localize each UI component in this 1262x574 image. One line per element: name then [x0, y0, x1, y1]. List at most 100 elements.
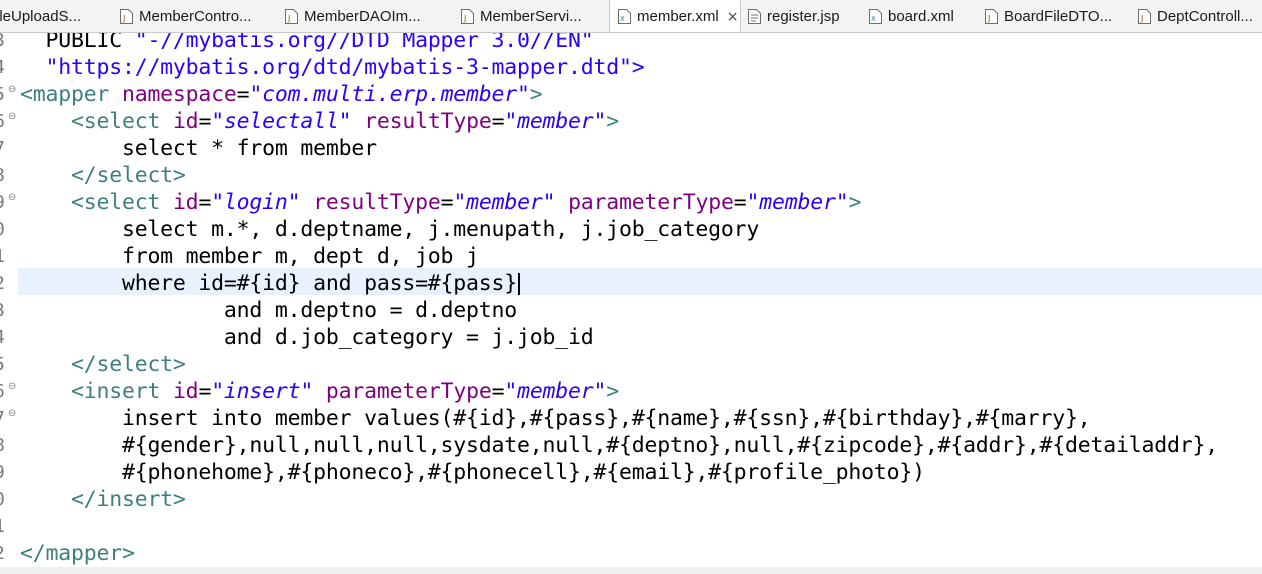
code-line[interactable]: 9 #{phonehome},#{phoneco},#{phonecell},#…: [0, 459, 1262, 486]
code-line[interactable]: 7 ⊖ insert into member values(#{id},#{pa…: [0, 405, 1262, 432]
code-segment: resultType: [364, 109, 492, 134]
code-text: <mapper namespace="com.multi.erp.member"…: [20, 81, 543, 108]
line-number: 6: [0, 108, 5, 135]
code-segment: </select>: [20, 352, 186, 377]
code-segment: where id=#{id} and pass=#{pass}: [20, 271, 518, 296]
code-segment: =: [491, 109, 505, 134]
code-line[interactable]: 5 ⊖ <mapper namespace="com.multi.erp.mem…: [0, 81, 1262, 108]
code-segment: "member": [504, 109, 607, 134]
code-segment: #{gender},null,null,null,sysdate,null,#{…: [20, 433, 1218, 458]
code-line[interactable]: 0 </insert>: [0, 486, 1262, 513]
java-file-icon: J: [285, 8, 298, 24]
code-line[interactable]: 1 from member m, dept d, job j: [0, 243, 1262, 270]
code-editor[interactable]: 3 PUBLIC "-//mybatis.org//DTD Mapper 3.0…: [0, 33, 1262, 574]
code-segment: id: [172, 109, 199, 134]
tab-label: member.xml: [637, 8, 719, 25]
tab-register-jsp[interactable]: register.jsp: [748, 0, 840, 32]
code-segment: <select: [20, 109, 173, 134]
fold-toggle-icon[interactable]: ⊖: [8, 408, 16, 419]
code-line[interactable]: 6 ⊖ <select id="selectall" resultType="m…: [0, 108, 1262, 135]
tab-label: MemberContro...: [139, 7, 252, 25]
code-text: select * from member: [20, 135, 377, 162]
tab-board-xml[interactable]: X board.xml: [869, 0, 954, 32]
line-number: 3: [0, 33, 5, 54]
code-text: where id=#{id} and pass=#{pass}: [20, 270, 521, 297]
code-segment: =: [198, 190, 212, 215]
editor-tab-bar: ileUploadS... J MemberContro... J Member…: [0, 0, 1262, 33]
code-segment: PUBLIC: [20, 33, 135, 53]
code-segment: resultType: [313, 190, 441, 215]
code-line[interactable]: 9 ⊖ <select id="login" resultType="membe…: [0, 189, 1262, 216]
fold-toggle-icon[interactable]: ⊖: [8, 381, 16, 392]
line-number: 8: [0, 432, 5, 459]
svg-text:J: J: [287, 14, 290, 23]
tab-memberdaoimpl[interactable]: J MemberDAOIm...: [285, 0, 421, 32]
code-line[interactable]: 4 and d.job_category = j.job_id: [0, 324, 1262, 351]
tab-membercontroller[interactable]: J MemberContro...: [120, 0, 252, 32]
code-line[interactable]: 3 PUBLIC "-//mybatis.org//DTD Mapper 3.0…: [0, 33, 1262, 54]
tab-label: DeptControll...: [1157, 7, 1253, 25]
line-number: 6: [0, 378, 5, 405]
line-number: 2: [0, 270, 5, 297]
horizontal-scrollbar[interactable]: [0, 567, 1262, 574]
tab-memberservice[interactable]: J MemberServi...: [461, 0, 582, 32]
code-line[interactable]: 2 </mapper>: [0, 540, 1262, 567]
code-text: </select>: [20, 162, 186, 189]
code-line[interactable]: 8 </select>: [0, 162, 1262, 189]
code-line[interactable]: 5 </select>: [0, 351, 1262, 378]
code-segment: =: [236, 82, 250, 107]
code-line[interactable]: 0 select m.*, d.deptname, j.menupath, j.…: [0, 216, 1262, 243]
code-text: "https://mybatis.org/dtd/mybatis-3-mappe…: [20, 54, 644, 81]
code-segment: parameterType: [568, 190, 734, 215]
code-segment: insert into member values(#{id},#{pass},…: [20, 406, 1091, 431]
svg-text:J: J: [987, 14, 990, 23]
code-segment: =: [198, 379, 212, 404]
line-number: 2: [0, 540, 5, 567]
fold-toggle-icon[interactable]: ⊖: [8, 111, 16, 122]
close-icon[interactable]: ×: [727, 9, 739, 25]
fold-toggle-icon[interactable]: ⊖: [8, 192, 16, 203]
tab-label: register.jsp: [767, 7, 840, 25]
code-line-current[interactable]: 2 where id=#{id} and pass=#{pass}: [0, 270, 1262, 297]
tab-fileuploads[interactable]: ileUploadS...: [0, 0, 81, 32]
xml-file-icon: X: [869, 8, 882, 24]
code-segment: "member": [504, 379, 607, 404]
tab-deptcontroller[interactable]: J DeptControll...: [1138, 0, 1253, 32]
code-text: from member m, dept d, job j: [20, 243, 479, 270]
tab-label: BoardFileDTO...: [1004, 7, 1113, 25]
code-text: PUBLIC "-//mybatis.org//DTD Mapper 3.0//…: [20, 33, 593, 54]
tab-boardfiledto[interactable]: J BoardFileDTO...: [985, 0, 1112, 32]
code-segment: #{phonehome},#{phoneco},#{phonecell},#{e…: [20, 460, 925, 485]
java-file-icon: J: [985, 8, 998, 24]
code-segment: >: [529, 82, 543, 107]
code-segment: id: [172, 379, 199, 404]
code-line[interactable]: 4 "https://mybatis.org/dtd/mybatis-3-map…: [0, 54, 1262, 81]
code-segment: and m.deptno = d.deptno: [20, 298, 518, 323]
code-text: </insert>: [20, 486, 186, 513]
code-segment: "member": [746, 190, 849, 215]
code-segment: =: [440, 190, 454, 215]
code-line[interactable]: 8 #{gender},null,null,null,sysdate,null,…: [0, 432, 1262, 459]
code-segment: </mapper>: [20, 541, 135, 566]
line-number: 4: [0, 324, 5, 351]
code-line[interactable]: 1: [0, 513, 1262, 540]
code-segment: "insert": [211, 379, 314, 404]
code-line[interactable]: 3 and m.deptno = d.deptno: [0, 297, 1262, 324]
code-segment: id: [172, 190, 199, 215]
code-segment: =: [491, 379, 505, 404]
code-segment: <insert: [20, 379, 173, 404]
jsp-file-icon: [748, 8, 761, 24]
code-segment: and d.job_category = j.job_id: [20, 325, 594, 350]
text-caret: [518, 273, 521, 295]
code-line[interactable]: 7 select * from member: [0, 135, 1262, 162]
line-number: 9: [0, 189, 5, 216]
code-line[interactable]: 6 ⊖ <insert id="insert" parameterType="m…: [0, 378, 1262, 405]
xml-file-icon: X: [618, 9, 631, 24]
tab-label: MemberDAOIm...: [304, 7, 421, 25]
tab-member-xml[interactable]: X member.xml ×: [609, 0, 741, 32]
java-file-icon: J: [120, 8, 133, 24]
svg-text:X: X: [871, 15, 876, 23]
code-text: and m.deptno = d.deptno: [20, 297, 517, 324]
fold-toggle-icon[interactable]: ⊖: [8, 84, 16, 95]
line-number: 5: [0, 81, 5, 108]
